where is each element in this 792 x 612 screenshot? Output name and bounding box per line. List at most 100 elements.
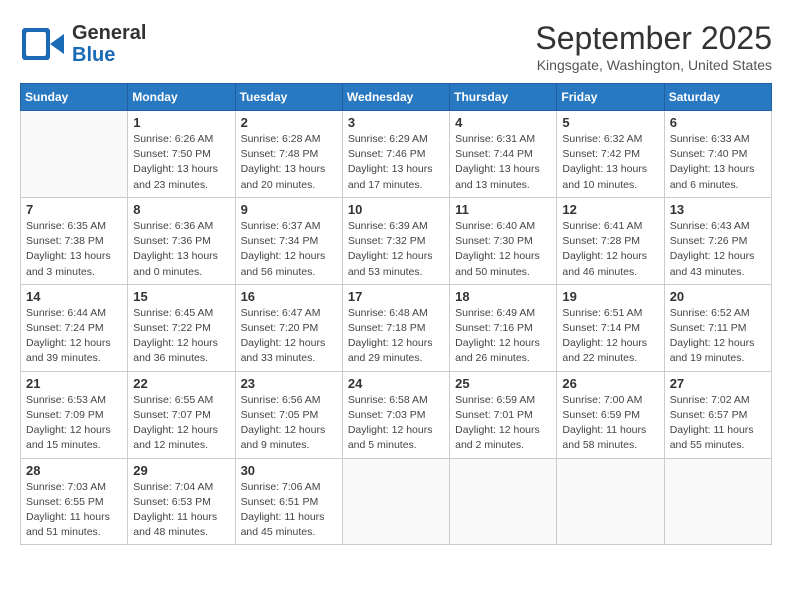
calendar-cell: [342, 458, 449, 545]
calendar-cell: 29 Sunrise: 7:04 AMSunset: 6:53 PMDayligh…: [128, 458, 235, 545]
calendar-cell: [557, 458, 664, 545]
day-info: Sunrise: 6:58 AMSunset: 7:03 PMDaylight:…: [348, 393, 444, 454]
calendar-cell: 12 Sunrise: 6:41 AMSunset: 7:28 PMDayligh…: [557, 197, 664, 284]
day-info: Sunrise: 6:52 AMSunset: 7:11 PMDaylight:…: [670, 306, 766, 367]
calendar-cell: [664, 458, 771, 545]
day-info: Sunrise: 6:51 AMSunset: 7:14 PMDaylight:…: [562, 306, 658, 367]
day-info: Sunrise: 6:28 AMSunset: 7:48 PMDaylight:…: [241, 132, 337, 193]
logo-icon: [20, 20, 68, 68]
calendar-cell: 25 Sunrise: 6:59 AMSunset: 7:01 PMDayligh…: [450, 371, 557, 458]
calendar-week-row: 21Sunrise: 6:53 AMSunset: 7:09 PMDayligh…: [21, 371, 772, 458]
day-info: Sunrise: 6:33 AMSunset: 7:40 PMDaylight:…: [670, 132, 766, 193]
weekday-header: Friday: [557, 84, 664, 111]
calendar-cell: [21, 111, 128, 198]
calendar-cell: 21Sunrise: 6:53 AMSunset: 7:09 PMDayligh…: [21, 371, 128, 458]
day-info: Sunrise: 6:35 AMSunset: 7:38 PMDaylight:…: [26, 219, 122, 280]
logo-general: General: [72, 22, 146, 44]
weekday-header: Wednesday: [342, 84, 449, 111]
day-info: Sunrise: 6:44 AMSunset: 7:24 PMDaylight:…: [26, 306, 122, 367]
calendar-cell: 7 Sunrise: 6:35 AMSunset: 7:38 PMDaylight…: [21, 197, 128, 284]
day-number: 13: [670, 202, 766, 217]
calendar-week-row: 7 Sunrise: 6:35 AMSunset: 7:38 PMDaylight…: [21, 197, 772, 284]
page-header: General Blue September 2025 Kingsgate, W…: [20, 20, 772, 73]
calendar-cell: 5Sunrise: 6:32 AMSunset: 7:42 PMDaylight…: [557, 111, 664, 198]
calendar-cell: 1 Sunrise: 6:26 AMSunset: 7:50 PMDaylight…: [128, 111, 235, 198]
day-info: Sunrise: 6:29 AMSunset: 7:46 PMDaylight:…: [348, 132, 444, 193]
day-number: 27: [670, 376, 766, 391]
calendar-cell: 15 Sunrise: 6:45 AMSunset: 7:22 PMDayligh…: [128, 284, 235, 371]
day-number: 9: [241, 202, 337, 217]
day-info: Sunrise: 6:40 AMSunset: 7:30 PMDaylight:…: [455, 219, 551, 280]
day-number: 3: [348, 115, 444, 130]
calendar-week-row: 14 Sunrise: 6:44 AMSunset: 7:24 PMDayligh…: [21, 284, 772, 371]
day-info: Sunrise: 7:00 AMSunset: 6:59 PMDaylight:…: [562, 393, 658, 454]
day-info: Sunrise: 6:36 AMSunset: 7:36 PMDaylight:…: [133, 219, 229, 280]
calendar-cell: 10Sunrise: 6:39 AMSunset: 7:32 PMDayligh…: [342, 197, 449, 284]
day-info: Sunrise: 6:49 AMSunset: 7:16 PMDaylight:…: [455, 306, 551, 367]
location-subtitle: Kingsgate, Washington, United States: [535, 57, 772, 73]
calendar-cell: 11 Sunrise: 6:40 AMSunset: 7:30 PMDayligh…: [450, 197, 557, 284]
day-number: 19: [562, 289, 658, 304]
day-number: 12: [562, 202, 658, 217]
day-info: Sunrise: 6:26 AMSunset: 7:50 PMDaylight:…: [133, 132, 229, 193]
day-number: 2: [241, 115, 337, 130]
day-info: Sunrise: 6:47 AMSunset: 7:20 PMDaylight:…: [241, 306, 337, 367]
day-number: 14: [26, 289, 122, 304]
calendar-cell: 24 Sunrise: 6:58 AMSunset: 7:03 PMDayligh…: [342, 371, 449, 458]
calendar-cell: 4Sunrise: 6:31 AMSunset: 7:44 PMDaylight…: [450, 111, 557, 198]
day-number: 21: [26, 376, 122, 391]
weekday-header: Thursday: [450, 84, 557, 111]
calendar-cell: 6Sunrise: 6:33 AMSunset: 7:40 PMDaylight…: [664, 111, 771, 198]
calendar-cell: 8 Sunrise: 6:36 AMSunset: 7:36 PMDaylight…: [128, 197, 235, 284]
day-info: Sunrise: 7:04 AMSunset: 6:53 PMDaylight:…: [133, 480, 229, 541]
day-info: Sunrise: 6:48 AMSunset: 7:18 PMDaylight:…: [348, 306, 444, 367]
day-number: 20: [670, 289, 766, 304]
calendar-cell: 30 Sunrise: 7:06 AMSunset: 6:51 PMDayligh…: [235, 458, 342, 545]
day-info: Sunrise: 6:45 AMSunset: 7:22 PMDaylight:…: [133, 306, 229, 367]
calendar-cell: 23 Sunrise: 6:56 AMSunset: 7:05 PMDayligh…: [235, 371, 342, 458]
day-info: Sunrise: 6:39 AMSunset: 7:32 PMDaylight:…: [348, 219, 444, 280]
month-title: September 2025: [535, 20, 772, 57]
day-info: Sunrise: 6:59 AMSunset: 7:01 PMDaylight:…: [455, 393, 551, 454]
day-number: 18: [455, 289, 551, 304]
day-number: 26: [562, 376, 658, 391]
calendar-cell: 3 Sunrise: 6:29 AMSunset: 7:46 PMDaylight…: [342, 111, 449, 198]
day-info: Sunrise: 6:41 AMSunset: 7:28 PMDaylight:…: [562, 219, 658, 280]
title-area: September 2025 Kingsgate, Washington, Un…: [535, 20, 772, 73]
day-info: Sunrise: 6:56 AMSunset: 7:05 PMDaylight:…: [241, 393, 337, 454]
day-info: Sunrise: 6:37 AMSunset: 7:34 PMDaylight:…: [241, 219, 337, 280]
calendar-cell: 27Sunrise: 7:02 AMSunset: 6:57 PMDayligh…: [664, 371, 771, 458]
day-number: 28: [26, 463, 122, 478]
calendar-cell: 17 Sunrise: 6:48 AMSunset: 7:18 PMDayligh…: [342, 284, 449, 371]
day-number: 11: [455, 202, 551, 217]
day-number: 7: [26, 202, 122, 217]
day-number: 24: [348, 376, 444, 391]
calendar-week-row: 28Sunrise: 7:03 AMSunset: 6:55 PMDayligh…: [21, 458, 772, 545]
day-number: 29: [133, 463, 229, 478]
calendar-cell: 20 Sunrise: 6:52 AMSunset: 7:11 PMDayligh…: [664, 284, 771, 371]
day-info: Sunrise: 7:06 AMSunset: 6:51 PMDaylight:…: [241, 480, 337, 541]
calendar-cell: 2 Sunrise: 6:28 AMSunset: 7:48 PMDaylight…: [235, 111, 342, 198]
calendar-cell: 26 Sunrise: 7:00 AMSunset: 6:59 PMDayligh…: [557, 371, 664, 458]
calendar-week-row: 1 Sunrise: 6:26 AMSunset: 7:50 PMDaylight…: [21, 111, 772, 198]
day-number: 15: [133, 289, 229, 304]
calendar-cell: 9 Sunrise: 6:37 AMSunset: 7:34 PMDaylight…: [235, 197, 342, 284]
calendar-cell: 28Sunrise: 7:03 AMSunset: 6:55 PMDayligh…: [21, 458, 128, 545]
day-info: Sunrise: 6:43 AMSunset: 7:26 PMDaylight:…: [670, 219, 766, 280]
day-number: 1: [133, 115, 229, 130]
calendar-header-row: SundayMondayTuesdayWednesdayThursdayFrid…: [21, 84, 772, 111]
day-number: 16: [241, 289, 337, 304]
day-number: 23: [241, 376, 337, 391]
day-number: 17: [348, 289, 444, 304]
calendar-cell: 18 Sunrise: 6:49 AMSunset: 7:16 PMDayligh…: [450, 284, 557, 371]
day-number: 4: [455, 115, 551, 130]
weekday-header: Saturday: [664, 84, 771, 111]
day-number: 5: [562, 115, 658, 130]
day-number: 30: [241, 463, 337, 478]
day-number: 22: [133, 376, 229, 391]
logo-blue: Blue: [72, 44, 115, 66]
day-info: Sunrise: 6:55 AMSunset: 7:07 PMDaylight:…: [133, 393, 229, 454]
logo: General Blue: [20, 20, 146, 68]
day-number: 25: [455, 376, 551, 391]
day-number: 8: [133, 202, 229, 217]
